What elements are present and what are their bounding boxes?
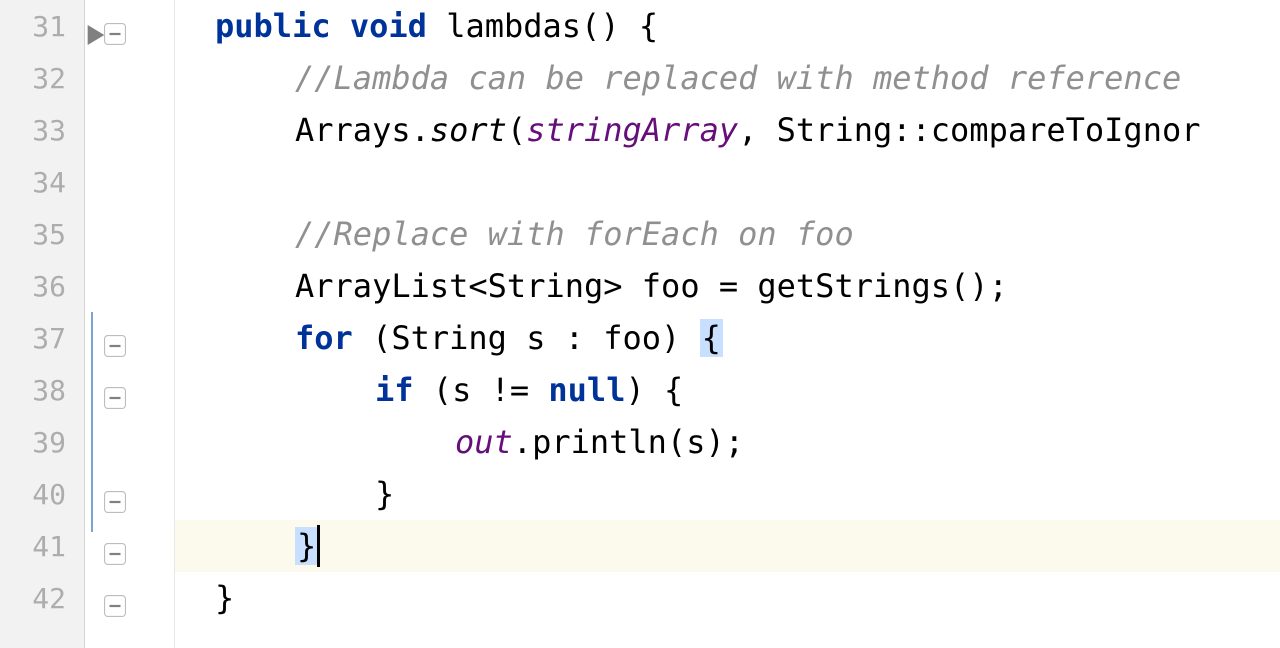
code-token [331, 7, 350, 45]
code-token: for [295, 319, 353, 357]
code-line[interactable]: ArrayList<String> foo = getStrings(); [175, 260, 1280, 312]
code-token: public [215, 7, 331, 45]
code-token: if [375, 371, 414, 409]
fold-gutter-cell [85, 520, 145, 572]
code-token: out [455, 423, 513, 461]
code-token: } [295, 527, 318, 565]
code-line[interactable]: //Lambda can be replaced with method ref… [175, 52, 1280, 104]
line-number-gutter: 313233343536373839404142 [0, 0, 85, 648]
fold-gutter-cell [85, 0, 145, 52]
code-line[interactable]: } [175, 572, 1280, 624]
fold-gutter[interactable] [85, 0, 145, 648]
text-cursor [317, 525, 320, 567]
line-number: 35 [0, 208, 84, 260]
fold-end-icon[interactable] [104, 535, 126, 557]
fold-gutter-cell [85, 208, 145, 260]
code-line[interactable]: public void lambdas() { [175, 0, 1280, 52]
fold-gutter-cell [85, 364, 145, 416]
code-editor[interactable]: 313233343536373839404142 public void lam… [0, 0, 1280, 648]
code-line[interactable]: //Replace with forEach on foo [175, 208, 1280, 260]
fold-collapse-icon[interactable] [104, 327, 126, 349]
line-number: 36 [0, 260, 84, 312]
fold-gutter-cell [85, 52, 145, 104]
fold-collapse-icon[interactable] [104, 15, 126, 37]
fold-gutter-cell [85, 572, 145, 624]
code-token: , String::compareToIgnor [738, 111, 1200, 149]
code-token: (String s : foo) [353, 319, 700, 357]
line-number: 42 [0, 572, 84, 624]
run-gutter-icon[interactable] [87, 15, 105, 53]
code-token: //Lambda can be replaced with method ref… [295, 59, 1181, 97]
code-area[interactable]: public void lambdas() { //Lambda can be r… [175, 0, 1280, 648]
code-line[interactable]: } [175, 468, 1280, 520]
code-token: lambdas() { [427, 7, 658, 45]
line-number: 41 [0, 520, 84, 572]
code-token: { [700, 319, 723, 357]
fold-end-icon[interactable] [104, 483, 126, 505]
code-line[interactable]: for (String s : foo) { [175, 312, 1280, 364]
code-token: ( [507, 111, 526, 149]
code-line[interactable]: out.println(s); [175, 416, 1280, 468]
code-token: //Replace with forEach on foo [295, 215, 854, 253]
fold-gutter-cell [85, 312, 145, 364]
fold-gutter-cell [85, 468, 145, 520]
line-number: 32 [0, 52, 84, 104]
code-line[interactable] [175, 156, 1280, 208]
fold-end-icon[interactable] [104, 587, 126, 609]
line-number: 37 [0, 312, 84, 364]
fold-collapse-icon[interactable] [104, 379, 126, 401]
code-token: } [375, 475, 394, 513]
code-token: .println(s); [513, 423, 744, 461]
code-token: (s != [414, 371, 549, 409]
line-number: 34 [0, 156, 84, 208]
code-token: void [350, 7, 427, 45]
code-line[interactable]: Arrays.sort(stringArray, String::compare… [175, 104, 1280, 156]
fold-gutter-cell [85, 104, 145, 156]
fold-gutter-cell [85, 260, 145, 312]
fold-gutter-cell [85, 156, 145, 208]
code-line[interactable]: } [175, 520, 1280, 572]
indent-margin [145, 0, 175, 648]
code-token: Arrays. [295, 111, 430, 149]
line-number: 39 [0, 416, 84, 468]
fold-gutter-cell [85, 416, 145, 468]
code-token: ) { [625, 371, 683, 409]
line-number: 33 [0, 104, 84, 156]
code-token: sort [430, 111, 507, 149]
code-token: ArrayList<String> foo = getStrings(); [295, 267, 1008, 305]
line-number: 40 [0, 468, 84, 520]
line-number: 31 [0, 0, 84, 52]
code-token: null [548, 371, 625, 409]
line-number: 38 [0, 364, 84, 416]
code-token: stringArray [526, 111, 738, 149]
code-token: } [215, 579, 234, 617]
code-line[interactable]: if (s != null) { [175, 364, 1280, 416]
